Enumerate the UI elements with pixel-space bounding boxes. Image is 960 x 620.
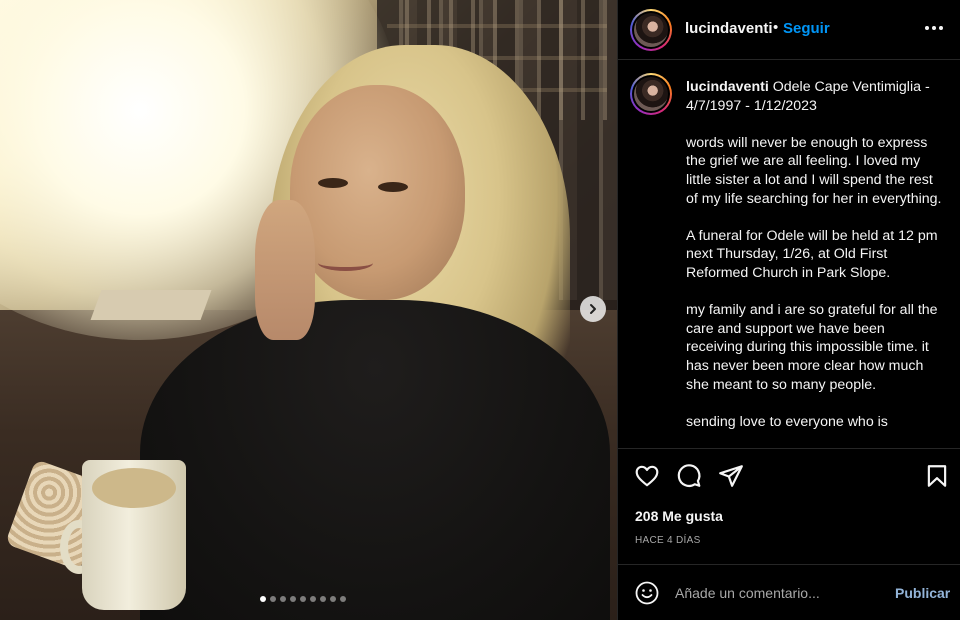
post-photo[interactable] [0, 0, 617, 620]
chevron-right-icon [590, 304, 596, 314]
bookmark-icon[interactable] [924, 463, 950, 489]
photo-book [90, 290, 212, 320]
separator-dot: • [773, 19, 779, 36]
carousel-dot [290, 596, 296, 602]
carousel-dot [330, 596, 336, 602]
publish-button[interactable]: Publicar [895, 585, 950, 601]
post-time[interactable]: HACE 4 DÍAS [635, 535, 701, 546]
caption-avatar[interactable] [630, 73, 672, 115]
carousel-dots [260, 596, 346, 602]
comment-input[interactable] [675, 582, 885, 604]
avatar[interactable] [630, 9, 672, 51]
like-count[interactable]: 208 Me gusta [635, 508, 723, 524]
caption-area[interactable]: lucindaventi Odele Cape Ventimiglia - 4/… [618, 61, 960, 447]
comment-bar: Publicar [618, 564, 960, 620]
post-panel: lucindaventi • Seguir lucindaventi Odele… [617, 0, 960, 620]
carousel-next-button[interactable] [580, 296, 606, 322]
action-bar: 208 Me gusta HACE 4 DÍAS [618, 448, 960, 564]
carousel-dot [310, 596, 316, 602]
carousel-dot [340, 596, 346, 602]
follow-button[interactable]: Seguir [783, 20, 830, 37]
share-icon[interactable] [718, 463, 744, 489]
photo-coffee [92, 468, 176, 508]
photo-eye-left [318, 178, 348, 188]
carousel-dot [280, 596, 286, 602]
carousel-dot [320, 596, 326, 602]
emoji-icon[interactable] [635, 581, 659, 605]
photo-face [290, 85, 465, 300]
heart-icon[interactable] [634, 463, 660, 489]
carousel-dot [260, 596, 266, 602]
photo-smile [318, 255, 373, 271]
caption: lucindaventi Odele Cape Ventimiglia - 4/… [686, 78, 944, 431]
photo-hand [255, 200, 315, 340]
caption-username[interactable]: lucindaventi [686, 79, 769, 95]
photo-eye-right [378, 182, 408, 192]
comment-icon[interactable] [676, 463, 702, 489]
carousel-dot [270, 596, 276, 602]
caption-body: words will never be enough to express th… [686, 134, 942, 430]
post-header: lucindaventi • Seguir [618, 0, 960, 60]
photo-sweater [140, 300, 610, 620]
carousel-dot [300, 596, 306, 602]
more-icon[interactable] [924, 18, 944, 38]
username-link[interactable]: lucindaventi [685, 20, 773, 37]
